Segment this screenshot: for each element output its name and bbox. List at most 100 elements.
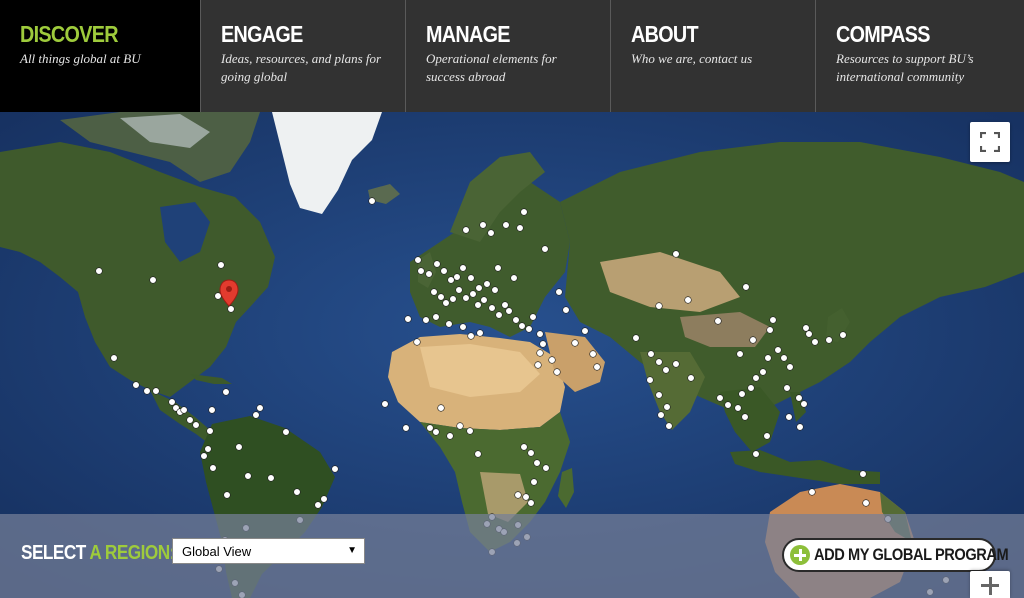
location-dot[interactable] <box>714 317 722 325</box>
location-dot[interactable] <box>474 450 482 458</box>
location-dot[interactable] <box>859 470 867 478</box>
location-dot[interactable] <box>453 273 461 281</box>
location-dot[interactable] <box>404 315 412 323</box>
location-dot[interactable] <box>541 245 549 253</box>
location-dot[interactable] <box>742 283 750 291</box>
location-dot[interactable] <box>475 284 483 292</box>
location-dot[interactable] <box>152 387 160 395</box>
location-dot[interactable] <box>839 331 847 339</box>
zoom-in-button[interactable] <box>970 571 1010 598</box>
nav-engage[interactable]: ENGAGE Ideas, resources, and plans for g… <box>201 0 406 112</box>
location-dot[interactable] <box>518 322 526 330</box>
location-dot[interactable] <box>759 368 767 376</box>
location-dot[interactable] <box>483 280 491 288</box>
location-dot[interactable] <box>331 465 339 473</box>
location-dot[interactable] <box>437 293 445 301</box>
location-dot[interactable] <box>553 368 561 376</box>
location-dot[interactable] <box>752 374 760 382</box>
nav-about[interactable]: ABOUT Who we are, contact us <box>611 0 816 112</box>
location-dot[interactable] <box>467 274 475 282</box>
location-dot[interactable] <box>462 294 470 302</box>
location-dot[interactable] <box>533 459 541 467</box>
location-dot[interactable] <box>462 226 470 234</box>
location-dot[interactable] <box>734 404 742 412</box>
location-dot[interactable] <box>495 311 503 319</box>
location-dot[interactable] <box>208 406 216 414</box>
location-dot[interactable] <box>687 374 695 382</box>
nav-manage[interactable]: MANAGE Operational elements for success … <box>406 0 611 112</box>
location-dot[interactable] <box>774 346 782 354</box>
location-dot[interactable] <box>502 221 510 229</box>
location-dot[interactable] <box>539 340 547 348</box>
location-dot[interactable] <box>459 323 467 331</box>
location-dot[interactable] <box>381 400 389 408</box>
location-dot[interactable] <box>235 443 243 451</box>
location-dot[interactable] <box>204 445 212 453</box>
location-dot[interactable] <box>655 391 663 399</box>
location-dot[interactable] <box>314 501 322 509</box>
location-dot[interactable] <box>747 384 755 392</box>
location-dot[interactable] <box>796 423 804 431</box>
location-dot[interactable] <box>514 491 522 499</box>
location-dot[interactable] <box>562 306 570 314</box>
location-dot[interactable] <box>469 290 477 298</box>
location-dot[interactable] <box>479 221 487 229</box>
location-dot[interactable] <box>808 488 816 496</box>
location-dot[interactable] <box>647 350 655 358</box>
location-dot[interactable] <box>320 495 328 503</box>
location-dot[interactable] <box>293 488 301 496</box>
location-dot[interactable] <box>132 381 140 389</box>
location-dot[interactable] <box>795 394 803 402</box>
location-dot[interactable] <box>672 250 680 258</box>
location-dot[interactable] <box>665 422 673 430</box>
location-dot[interactable] <box>456 422 464 430</box>
location-dot[interactable] <box>536 349 544 357</box>
location-dot[interactable] <box>716 394 724 402</box>
location-dot[interactable] <box>252 411 260 419</box>
location-dot[interactable] <box>143 387 151 395</box>
location-dot[interactable] <box>440 267 448 275</box>
location-dot[interactable] <box>223 491 231 499</box>
location-dot[interactable] <box>766 326 774 334</box>
location-dot[interactable] <box>437 404 445 412</box>
location-dot[interactable] <box>741 413 749 421</box>
location-dot[interactable] <box>527 449 535 457</box>
location-dot[interactable] <box>282 428 290 436</box>
location-dot[interactable] <box>455 286 463 294</box>
location-dot[interactable] <box>480 296 488 304</box>
location-dot[interactable] <box>413 338 421 346</box>
location-dot[interactable] <box>655 358 663 366</box>
location-dot[interactable] <box>724 401 732 409</box>
location-dot[interactable] <box>589 350 597 358</box>
location-dot[interactable] <box>414 256 422 264</box>
location-dot[interactable] <box>510 274 518 282</box>
location-dot[interactable] <box>769 316 777 324</box>
location-dot[interactable] <box>192 421 200 429</box>
location-dot[interactable] <box>402 424 410 432</box>
location-dot[interactable] <box>534 361 542 369</box>
location-dot[interactable] <box>520 443 528 451</box>
location-dot[interactable] <box>217 261 225 269</box>
location-dot[interactable] <box>581 327 589 335</box>
location-dot[interactable] <box>520 208 528 216</box>
location-dot[interactable] <box>474 301 482 309</box>
location-dot[interactable] <box>432 313 440 321</box>
fullscreen-button[interactable] <box>970 122 1010 162</box>
location-dot[interactable] <box>491 286 499 294</box>
location-dot[interactable] <box>200 452 208 460</box>
location-dot[interactable] <box>206 427 214 435</box>
location-dot[interactable] <box>447 276 455 284</box>
location-dot[interactable] <box>780 354 788 362</box>
location-dot[interactable] <box>536 330 544 338</box>
location-dot[interactable] <box>632 334 640 342</box>
location-dot[interactable] <box>786 363 794 371</box>
location-dot[interactable] <box>168 398 176 406</box>
region-select[interactable]: Global View ▼ <box>172 538 365 564</box>
location-dot[interactable] <box>825 336 833 344</box>
location-dot[interactable] <box>530 478 538 486</box>
location-dot[interactable] <box>571 339 579 347</box>
location-dot[interactable] <box>180 406 188 414</box>
location-dot[interactable] <box>186 416 194 424</box>
location-dot[interactable] <box>209 464 217 472</box>
location-dot[interactable] <box>467 332 475 340</box>
